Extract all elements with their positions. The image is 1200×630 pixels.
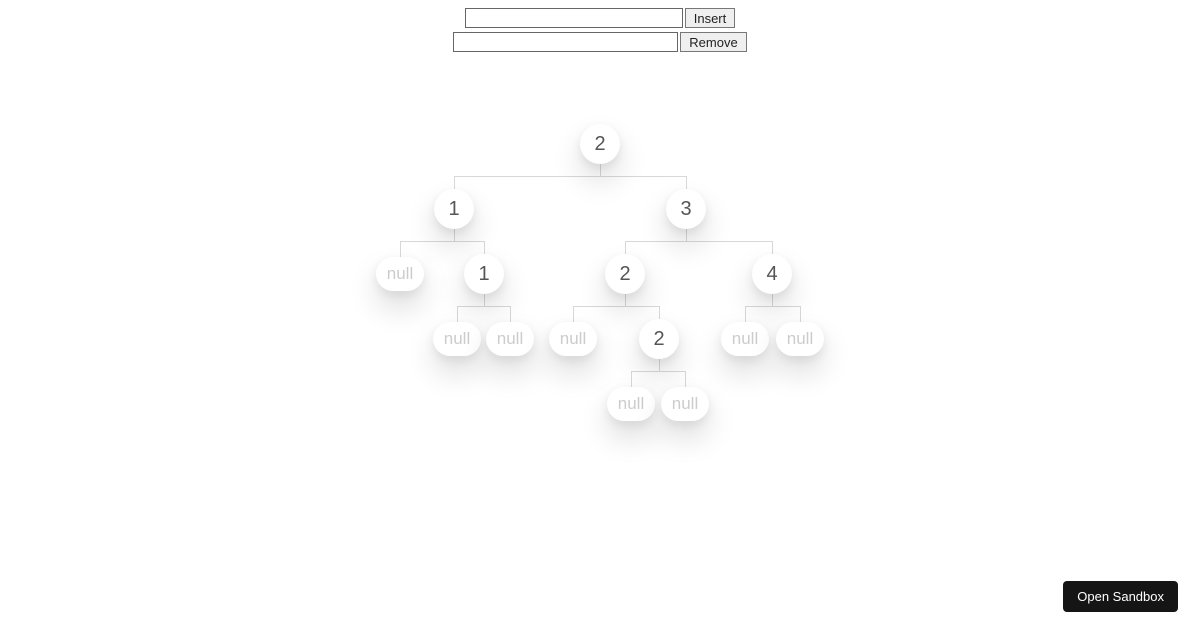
tree-node: 2: [639, 319, 679, 359]
tree-node: 1: [464, 254, 504, 294]
tree-node: 4: [752, 254, 792, 294]
remove-button[interactable]: Remove: [680, 32, 746, 52]
tree-node: 3: [666, 189, 706, 229]
insert-input[interactable]: [465, 8, 683, 28]
controls-panel: Insert Remove: [0, 0, 1200, 52]
tree-null-node: null: [433, 322, 481, 356]
tree-node: 1: [434, 189, 474, 229]
insert-row: Insert: [465, 8, 736, 28]
tree-node: 2: [580, 124, 620, 164]
tree-null-node: null: [376, 257, 424, 291]
remove-row: Remove: [453, 32, 746, 52]
remove-input[interactable]: [453, 32, 678, 52]
tree-null-node: null: [607, 387, 655, 421]
tree-null-node: null: [486, 322, 534, 356]
insert-button[interactable]: Insert: [685, 8, 736, 28]
tree-null-node: null: [776, 322, 824, 356]
tree-null-node: null: [549, 322, 597, 356]
tree-null-node: null: [661, 387, 709, 421]
tree-null-node: null: [721, 322, 769, 356]
tree-diagram: 213null124nullnullnull2nullnullnullnull: [0, 52, 1200, 572]
tree-node: 2: [605, 254, 645, 294]
open-sandbox-button[interactable]: Open Sandbox: [1063, 581, 1178, 612]
